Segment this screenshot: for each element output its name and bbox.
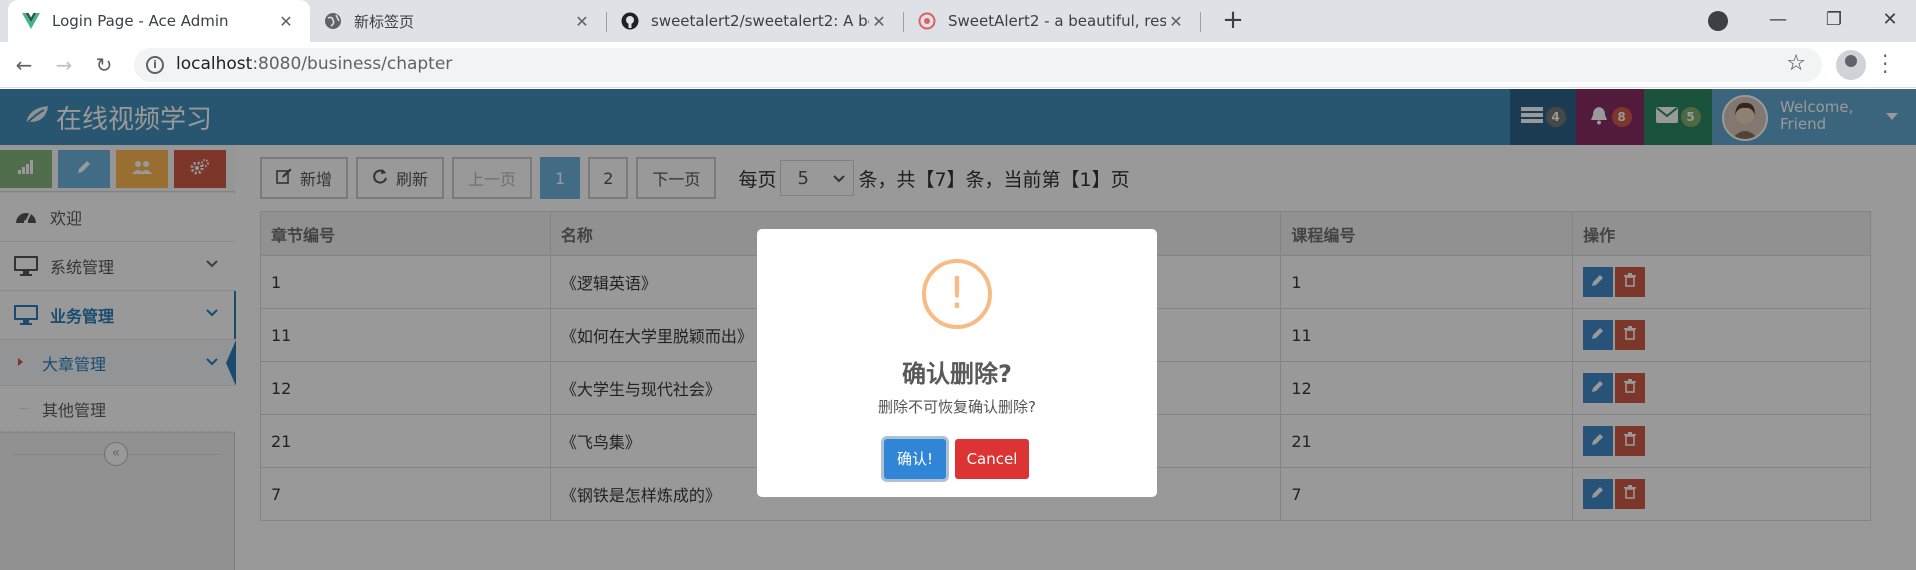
account-icon[interactable] — [1836, 50, 1866, 80]
url-host: localhost — [176, 54, 253, 74]
url-path: :8080/business/chapter — [252, 54, 453, 74]
browser-menu-icon[interactable]: · · · — [1882, 46, 1888, 82]
tab-search-icon[interactable] — [1708, 11, 1728, 31]
vue-logo-icon — [22, 12, 40, 30]
tab-separator — [1200, 12, 1201, 32]
browser-tab[interactable]: SweetAlert2 - a beautiful, responsive ✕ — [904, 0, 1200, 42]
tab-title: 新标签页 — [354, 12, 415, 31]
github-icon — [621, 12, 639, 30]
browser-toolbar: ← → ↻ i localhost:8080/business/chapter … — [0, 42, 1916, 88]
globe-icon — [324, 12, 342, 30]
bookmark-star-icon[interactable]: ☆ — [1786, 51, 1806, 76]
tab-title: sweetalert2/sweetalert2: A beautiful — [651, 12, 869, 30]
dialog-title: 确认删除? — [902, 360, 1012, 388]
new-tab-button[interactable]: + — [1218, 6, 1248, 36]
confirm-button[interactable]: 确认! — [884, 439, 946, 479]
url-text[interactable]: localhost:8080/business/chapter — [176, 54, 452, 74]
warning-icon: ! — [922, 259, 992, 329]
close-tab-icon[interactable]: ✕ — [869, 12, 889, 31]
site-info-icon[interactable]: i — [146, 56, 164, 74]
reload-icon[interactable]: ↻ — [90, 51, 118, 79]
browser-tab[interactable]: 新标签页 ✕ — [310, 0, 606, 42]
tab-title: SweetAlert2 - a beautiful, responsive — [948, 12, 1166, 30]
close-tab-icon[interactable]: ✕ — [276, 12, 296, 31]
close-window-icon[interactable]: ✕ — [1862, 0, 1916, 42]
minimize-icon[interactable]: — — [1750, 0, 1806, 42]
cancel-button[interactable]: Cancel — [955, 439, 1029, 479]
dialog-text: 删除不可恢复确认删除? — [878, 398, 1036, 416]
restore-icon[interactable]: ❐ — [1806, 0, 1862, 42]
close-tab-icon[interactable]: ✕ — [1166, 12, 1186, 31]
sweetalert-icon — [918, 12, 936, 30]
back-icon[interactable]: ← — [10, 51, 38, 79]
browser-tab-bar: Login Page - Ace Admin ✕ 新标签页 ✕ sweetale… — [0, 0, 1916, 42]
tab-title: Login Page - Ace Admin — [52, 12, 229, 30]
browser-tab[interactable]: sweetalert2/sweetalert2: A beautiful ✕ — [607, 0, 903, 42]
browser-tab-active[interactable]: Login Page - Ace Admin ✕ — [8, 0, 310, 42]
forward-icon[interactable]: → — [50, 51, 78, 79]
confirm-delete-dialog: ! 确认删除? 删除不可恢复确认删除? 确认! Cancel — [757, 229, 1157, 497]
close-tab-icon[interactable]: ✕ — [572, 12, 592, 31]
address-bar[interactable]: i localhost:8080/business/chapter ☆ — [134, 48, 1822, 82]
